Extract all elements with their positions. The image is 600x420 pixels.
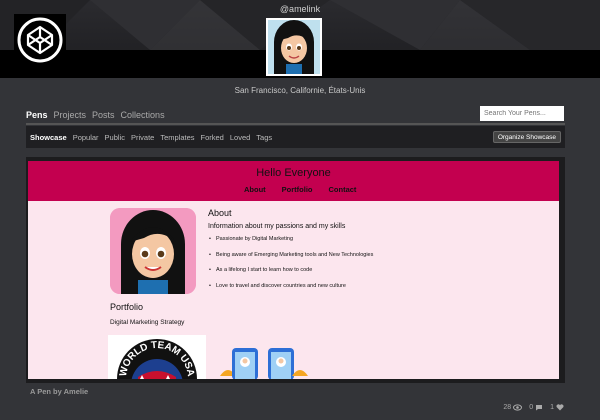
tab-posts[interactable]: Posts xyxy=(92,110,115,120)
pen-preview[interactable]: Hello Everyone About Portfolio Contact A… xyxy=(28,161,559,379)
comments-stat[interactable]: 0 xyxy=(529,404,543,411)
search-pens-input[interactable] xyxy=(480,106,564,121)
likes-stat[interactable]: 1 xyxy=(550,404,564,411)
views-count: 28 xyxy=(503,404,512,411)
tab-projects[interactable]: Projects xyxy=(54,110,87,120)
preview-avatar-image xyxy=(110,208,196,294)
about-list-item: Being aware of Emerging Marketing tools … xyxy=(208,249,373,265)
about-list-item: Love to travel and discover countries an… xyxy=(208,280,373,296)
tabs-divider xyxy=(26,123,565,125)
phones-illustration xyxy=(218,346,310,379)
tab-collections[interactable]: Collections xyxy=(121,110,165,120)
avatar-cartoon-icon xyxy=(268,20,320,74)
profile-tabs: Pens Projects Posts Collections xyxy=(26,110,165,120)
portfolio-heading: Portfolio xyxy=(110,302,144,312)
filter-tags[interactable]: Tags xyxy=(256,133,272,142)
filter-private[interactable]: Private xyxy=(131,133,154,142)
codepen-logo-icon[interactable] xyxy=(14,14,66,66)
about-heading: About xyxy=(208,208,232,218)
world-team-usa-image: WORLD TEAM USA xyxy=(108,335,206,379)
comments-count: 0 xyxy=(529,404,534,411)
profile-location: San Francisco, Californie, États-Unis xyxy=(234,86,366,95)
about-subheading: Information about my passions and my ski… xyxy=(208,223,346,230)
preview-nav-contact[interactable]: Contact xyxy=(329,185,357,194)
phones-icon xyxy=(218,348,310,379)
filter-public[interactable]: Public xyxy=(105,133,125,142)
filter-showcase[interactable]: Showcase xyxy=(30,133,67,142)
heart-icon xyxy=(556,404,564,411)
views-stat: 28 xyxy=(503,404,523,411)
organize-showcase-button[interactable]: Organize Showcase xyxy=(492,131,561,143)
about-list-item: Passionate by Digital Marketing xyxy=(208,233,373,249)
filter-bar: Showcase Popular Public Private Template… xyxy=(26,126,565,148)
profile-handle[interactable]: @amelink xyxy=(0,4,600,14)
portfolio-subheading: Digital Marketing Strategy xyxy=(110,319,185,326)
filter-popular[interactable]: Popular xyxy=(73,133,99,142)
filter-templates[interactable]: Templates xyxy=(160,133,194,142)
pen-stats: 28 0 1 xyxy=(503,404,564,411)
preview-header: Hello Everyone About Portfolio Contact xyxy=(28,161,559,201)
profile-avatar[interactable] xyxy=(266,18,322,76)
avatar-cartoon-large-icon xyxy=(110,208,196,294)
eye-icon xyxy=(513,404,523,411)
pen-byline[interactable]: A Pen by Amelie xyxy=(30,387,88,396)
preview-nav-portfolio[interactable]: Portfolio xyxy=(282,185,313,194)
tab-pens[interactable]: Pens xyxy=(26,110,48,120)
about-list: Passionate by Digital Marketing Being aw… xyxy=(208,233,373,295)
showcase-pen-card[interactable]: Hello Everyone About Portfolio Contact A… xyxy=(26,157,565,383)
preview-nav-about[interactable]: About xyxy=(244,185,266,194)
preview-nav: About Portfolio Contact xyxy=(244,185,356,194)
preview-title: Hello Everyone xyxy=(256,167,331,179)
comment-icon xyxy=(536,405,543,411)
filter-tabs: Showcase Popular Public Private Template… xyxy=(30,133,272,142)
filter-forked[interactable]: Forked xyxy=(201,133,224,142)
world-team-usa-logo-icon: WORLD TEAM USA xyxy=(108,335,206,379)
about-list-item: As a lifelong I start to learn how to co… xyxy=(208,264,373,280)
filter-loved[interactable]: Loved xyxy=(230,133,250,142)
likes-count: 1 xyxy=(550,404,554,411)
